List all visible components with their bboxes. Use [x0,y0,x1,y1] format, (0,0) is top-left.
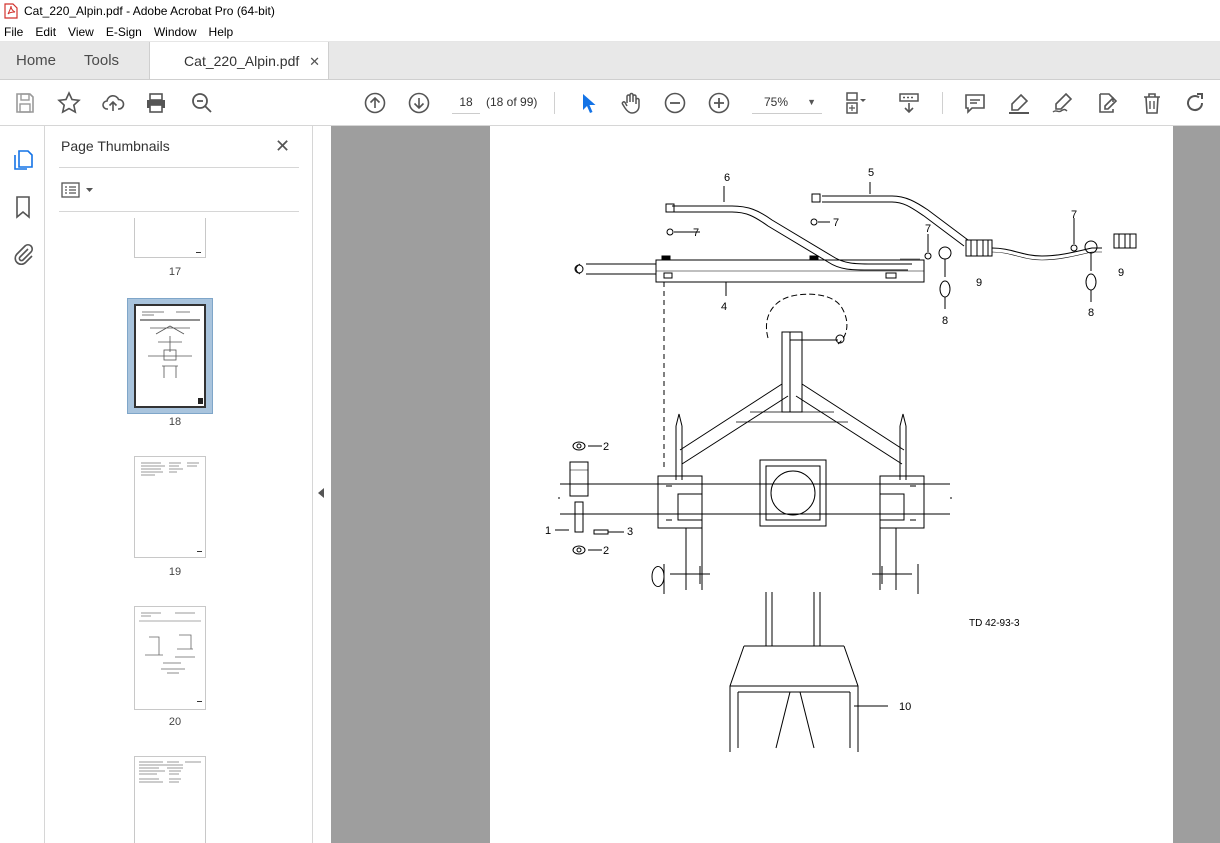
tab-document-label: Cat_220_Alpin.pdf [184,52,300,69]
page-number-input[interactable]: 18 [452,90,480,114]
collapse-panel-icon[interactable] [318,488,324,498]
highlight-pen-icon[interactable] [1006,90,1032,116]
thumbnail-preview [139,612,202,702]
page-thumbnails-icon[interactable] [11,148,35,172]
attachments-icon[interactable] [11,242,35,266]
next-page-icon[interactable] [406,90,432,116]
callout-10: 10 [899,701,911,713]
menu-bar: File Edit View E-Sign Window Help [0,22,1220,42]
menu-edit[interactable]: Edit [35,25,56,39]
zoom-search-icon[interactable] [189,90,215,116]
callout-3: 3 [627,526,633,538]
page-count: (18 of 99) [486,95,538,109]
thumbnail-page-18[interactable] [134,304,206,408]
thumbnail-preview [141,462,202,552]
rotate-icon[interactable] [1182,90,1208,116]
callout-4: 4 [721,301,727,313]
thumbnail-label: 20 [168,716,182,728]
thumbnail-label: 17 [168,266,182,278]
bookmark-star-icon[interactable] [56,90,82,116]
scroll-mode-icon[interactable] [896,90,922,116]
upload-cloud-icon[interactable] [100,90,126,116]
callout-9: 9 [1118,267,1124,279]
thumbnail-list: 17 18 19 20 [59,218,291,843]
callout-2: 2 [603,545,609,557]
callout-8: 8 [942,315,948,327]
window-title: Cat_220_Alpin.pdf - Adobe Acrobat Pro (6… [24,4,275,18]
panel-title: Page Thumbnails [61,138,170,154]
thumbnail-preview [139,761,201,783]
title-bar: Cat_220_Alpin.pdf - Adobe Acrobat Pro (6… [0,0,1220,22]
close-panel-icon[interactable]: ✕ [275,136,290,157]
tab-document[interactable]: Cat_220_Alpin.pdf ✕ [149,42,330,79]
thumbnail-page-19[interactable] [134,456,206,558]
close-tab-icon[interactable]: ✕ [309,54,320,70]
toolbar-divider [554,92,555,114]
save-icon[interactable] [12,90,38,116]
pdf-page: 6 5 7 7 7 7 4 8 8 9 9 2 2 1 3 10 TD 42-9… [490,126,1173,843]
zoom-in-icon[interactable] [706,90,732,116]
panel-divider [59,211,299,212]
zoom-out-icon[interactable] [662,90,688,116]
previous-page-icon[interactable] [362,90,388,116]
toolbar-divider [942,92,943,114]
thumbnail-page-21[interactable] [134,756,206,843]
tab-bar: Home Tools Cat_220_Alpin.pdf ✕ [0,42,1220,80]
thumbnail-preview [140,311,203,404]
thumbnail-options-icon[interactable] [61,180,101,200]
thumbnail-page-20[interactable] [134,606,206,710]
acrobat-icon [4,3,18,19]
thumbnail-label: 18 [168,416,182,428]
zoom-level-value: 75% [764,95,789,109]
hand-tool-icon[interactable] [618,90,644,116]
drawing-reference: TD 42-93-3 [969,618,1020,629]
bookmarks-icon[interactable] [11,195,35,219]
toolbar: 18 (18 of 99) 75% ▼ [0,80,1220,126]
callout-6: 6 [724,172,730,184]
menu-view[interactable]: View [68,25,94,39]
menu-file[interactable]: File [4,25,23,39]
thumbnail-label: 19 [168,566,182,578]
callout-9: 9 [976,277,982,289]
panel-splitter[interactable] [312,126,331,843]
panel-divider [59,167,299,168]
draw-sign-icon[interactable] [1050,90,1076,116]
tab-tools[interactable]: Tools [70,42,133,79]
left-rail [0,126,45,843]
menu-help[interactable]: Help [209,25,234,39]
callout-7: 7 [925,223,931,235]
menu-esign[interactable]: E-Sign [106,25,142,39]
document-view[interactable]: 6 5 7 7 7 7 4 8 8 9 9 2 2 1 3 10 TD 42-9… [331,126,1220,843]
chevron-down-icon: ▼ [807,97,816,107]
page-fit-icon[interactable] [842,90,868,116]
callout-8: 8 [1088,307,1094,319]
edit-pdf-icon[interactable] [1094,90,1120,116]
callout-7: 7 [1071,209,1077,221]
callout-7: 7 [833,217,839,229]
zoom-level-select[interactable]: 75% ▼ [752,90,822,114]
callout-1: 1 [545,525,551,537]
callout-7: 7 [693,227,699,239]
thumbnails-panel: Page Thumbnails ✕ 17 18 19 20 [45,126,349,843]
print-icon[interactable] [143,90,169,116]
trash-icon[interactable] [1139,90,1165,116]
select-cursor-icon[interactable] [575,90,601,116]
callout-5: 5 [868,167,874,179]
thumbnail-page-17[interactable] [134,218,206,258]
callout-2: 2 [603,441,609,453]
comment-icon[interactable] [962,90,988,116]
menu-window[interactable]: Window [154,25,197,39]
exploded-parts-drawing: 6 5 7 7 7 7 4 8 8 9 9 2 2 1 3 10 TD 42-9… [545,167,1137,752]
tab-home[interactable]: Home [0,42,70,79]
